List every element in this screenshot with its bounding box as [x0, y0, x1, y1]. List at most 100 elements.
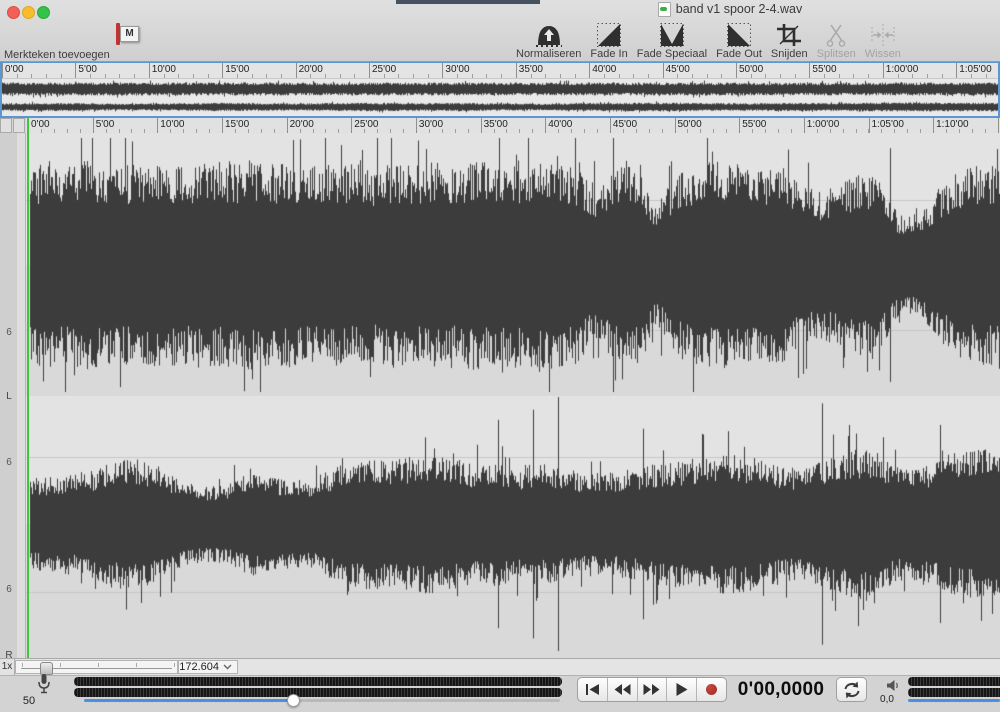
ruler-time-label: 35'00 [484, 119, 508, 130]
toolbar-item-label: Merkteken toevoegen [4, 49, 110, 61]
toolbar-item-fade-out[interactable]: Fade Out [716, 21, 762, 60]
zoom-tick [136, 663, 137, 667]
marker-flag-icon: M [108, 22, 140, 46]
toolbar-item-label: Fade In [590, 48, 627, 60]
toolbar-item-fade-in[interactable]: Fade In [590, 21, 627, 60]
ruler-time-label: 45'00 [613, 119, 637, 130]
app-window: band v1 spoor 2-4.wav M Merkteken toevoe… [0, 0, 1000, 712]
ruler-time-label: 15'00 [225, 64, 249, 75]
ruler-time-label: 20'00 [299, 64, 323, 75]
waveform-editor[interactable] [26, 133, 1000, 658]
overview-waveform-canvas[interactable] [2, 79, 998, 117]
ruler-time-label: 1:05'00 [959, 64, 992, 75]
record-icon [706, 684, 717, 695]
loop-button[interactable] [836, 677, 867, 702]
zoom-window-button[interactable] [37, 6, 50, 19]
loop-icon [842, 681, 862, 699]
toolbar-item-label: Fade Speciaal [637, 48, 707, 60]
record-meter-right [74, 688, 562, 697]
ruler-time-label: 55'00 [812, 64, 836, 75]
fast-forward-icon [643, 684, 660, 695]
ruler-time-label: 25'00 [354, 119, 378, 130]
transport-bar: 50 [0, 676, 1000, 712]
ruler-time-label: 50'00 [678, 119, 702, 130]
record-meter-left [74, 677, 562, 686]
toolbar-item-split[interactable]: Splitsen [817, 21, 856, 60]
titlebar-toolbar[interactable]: band v1 spoor 2-4.wav M Merkteken toevoe… [0, 0, 1000, 62]
gutter-margin [17, 133, 25, 658]
channel-gutter: 6 L 6 6 R 6 [0, 133, 26, 658]
ruler-time-label: 1:05'00 [872, 119, 905, 130]
zoom-value-dropdown[interactable]: 172.604 [178, 660, 238, 674]
output-meter-right [908, 688, 1000, 697]
zoom-tick [174, 663, 175, 667]
toolbar-item-delete[interactable]: Wissen [865, 21, 901, 60]
fade-special-icon [660, 21, 684, 47]
ruler-time-label: 1:10'00 [936, 119, 969, 130]
ruler-time-label: 5'00 [96, 119, 115, 130]
go-to-start-button[interactable] [578, 678, 608, 701]
toolbar-item-label: Splitsen [817, 48, 856, 60]
ruler-time-label: 5'00 [78, 64, 97, 75]
toolbar-item-normalize[interactable]: Normaliseren [516, 21, 581, 60]
toolbar-item-label: Normaliseren [516, 48, 581, 60]
waveform-canvas[interactable] [26, 133, 1000, 658]
time-display: 0'00,0000 [735, 679, 827, 701]
zoom-tick [60, 663, 61, 667]
crop-icon [777, 21, 801, 47]
ruler-time-label: 1:00'00 [807, 119, 840, 130]
ruler-time-label: 25'00 [372, 64, 396, 75]
zoom-tick [22, 663, 23, 667]
rewind-button[interactable] [608, 678, 638, 701]
rewind-icon [614, 684, 631, 695]
toolbar-item-label: Wissen [865, 48, 901, 60]
toolbar-item-fade-special[interactable]: Fade Speciaal [637, 21, 707, 60]
ruler-time-label: 10'00 [152, 64, 176, 75]
window-title-row: band v1 spoor 2-4.wav [560, 1, 900, 17]
background-window-sliver [396, 0, 540, 4]
toolbar: Normaliseren Fade In Fad [516, 21, 901, 61]
normalize-icon [535, 21, 563, 47]
output-level-value: 0,0 [875, 694, 899, 705]
fade-out-icon [727, 21, 751, 47]
close-button[interactable] [7, 6, 20, 19]
left-db-top-label: 6 [0, 327, 18, 338]
ruler-time-label: 0'00 [5, 64, 24, 75]
zoom-slider[interactable] [15, 660, 178, 674]
record-level-value: 50 [18, 695, 40, 707]
record-level-thumb[interactable] [287, 694, 300, 707]
main-ruler[interactable]: 0'005'0010'0015'0020'0025'0030'0035'0040… [26, 118, 1000, 134]
minimize-button[interactable] [22, 6, 35, 19]
record-level-fill [84, 699, 293, 702]
left-channel-label: L [0, 391, 18, 402]
scissors-icon [826, 21, 846, 47]
window-title: band v1 spoor 2-4.wav [676, 2, 802, 16]
ruler-time-label: 40'00 [548, 119, 572, 130]
ruler-corner-cell [13, 118, 25, 133]
play-button[interactable] [667, 678, 697, 701]
ruler-time-label: 55'00 [742, 119, 766, 130]
overview-strip[interactable]: 0'005'0010'0015'0020'0025'0030'0035'0040… [0, 61, 1000, 118]
output-level-slider[interactable] [908, 699, 1000, 702]
toolbar-item-crop[interactable]: Snijden [771, 21, 808, 60]
ruler-time-label: 30'00 [419, 119, 443, 130]
overview-ruler[interactable]: 0'005'0010'0015'0020'0025'0030'0035'0040… [2, 63, 998, 79]
flag-m-box: M [120, 26, 139, 42]
record-level-slider[interactable] [84, 699, 560, 702]
chevron-down-icon [223, 664, 232, 670]
toolbar-item-add-marker[interactable]: M Merkteken toevoegen [4, 20, 154, 60]
zoom-1x-button[interactable]: 1x [0, 659, 15, 675]
ruler-time-label: 0'00 [31, 119, 50, 130]
ruler-time-label: 30'00 [445, 64, 469, 75]
record-button[interactable] [697, 678, 726, 701]
right-db-top-label: 6 [0, 584, 18, 595]
collapse-icon [871, 21, 895, 47]
ruler-time-label: 10'00 [160, 119, 184, 130]
toolbar-item-label: Snijden [771, 48, 808, 60]
zoom-bar: 1x 172.604 [0, 658, 1000, 676]
ruler-time-label: 20'00 [290, 119, 314, 130]
playhead-cursor[interactable] [27, 118, 29, 658]
ruler-time-label: 35'00 [519, 64, 543, 75]
fast-forward-button[interactable] [638, 678, 668, 701]
transport-buttons [577, 677, 727, 702]
